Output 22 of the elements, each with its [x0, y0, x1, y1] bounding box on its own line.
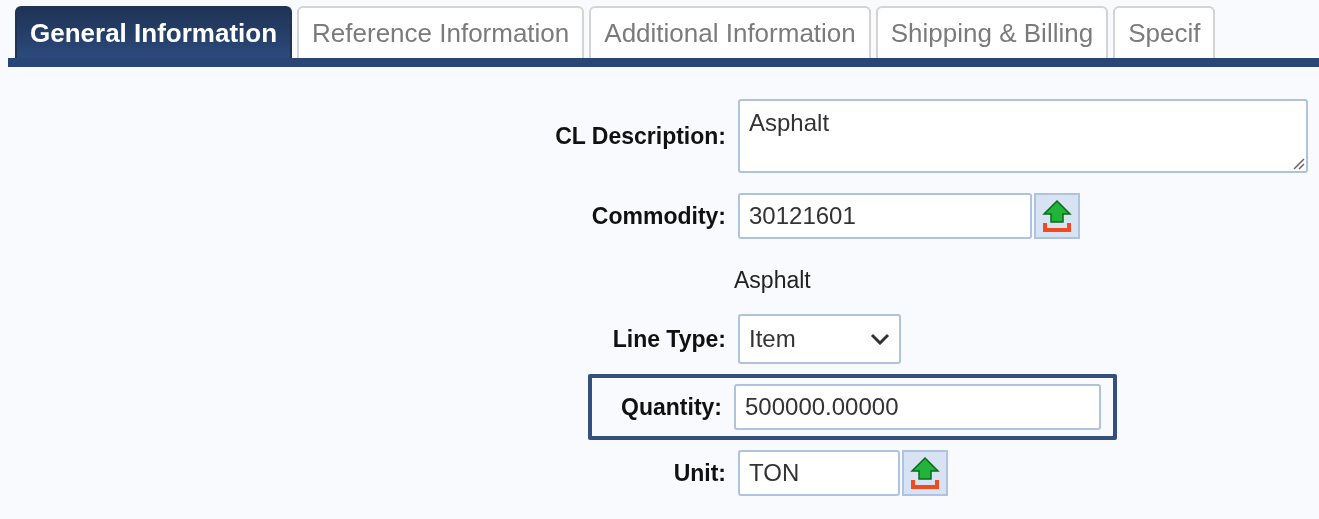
field-label: CL Description:: [555, 122, 726, 150]
field-label: Quantity:: [621, 393, 722, 421]
field-label: Line Type:: [612, 325, 726, 353]
field-label: Commodity:: [591, 202, 726, 230]
upload-icon: [1042, 199, 1072, 233]
chevron-down-icon: [870, 333, 890, 345]
dropdown[interactable]: Item: [738, 314, 901, 364]
tab[interactable]: Specif: [1113, 6, 1216, 58]
input-field[interactable]: 30121601: [738, 193, 1032, 239]
commodity-description: Asphalt: [734, 266, 812, 295]
lookup-button[interactable]: [1034, 193, 1080, 239]
tab[interactable]: General Information: [15, 6, 293, 58]
tab[interactable]: Shipping & Billing: [875, 6, 1109, 58]
resize-grip-icon: [1291, 156, 1305, 170]
tab[interactable]: Reference Information: [297, 6, 585, 58]
description-field[interactable]: Asphalt: [738, 99, 1308, 173]
upload-icon: [910, 456, 940, 490]
field-label: Unit:: [673, 459, 726, 487]
input-field[interactable]: TON: [738, 450, 900, 496]
tab[interactable]: Additional Information: [589, 6, 871, 58]
input-field[interactable]: 500000.00000: [734, 384, 1101, 430]
lookup-button[interactable]: [902, 450, 948, 496]
